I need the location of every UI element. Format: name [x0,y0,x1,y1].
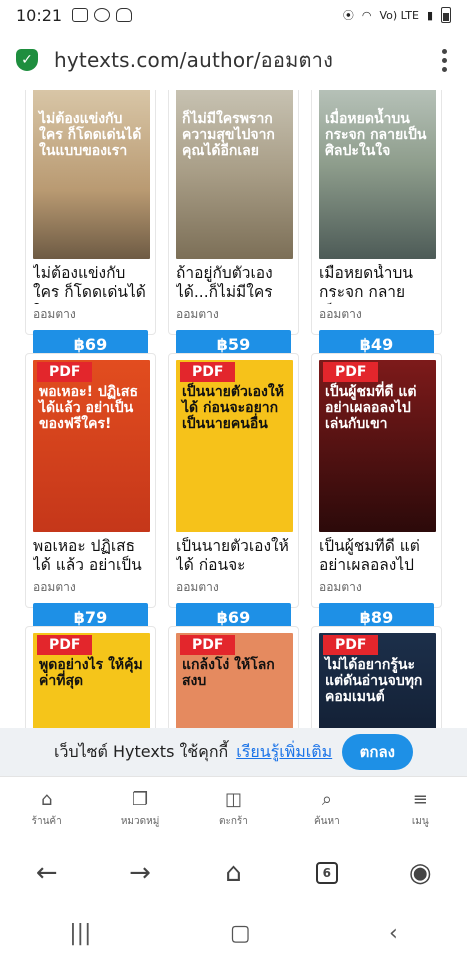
tabs-count: 6 [315,862,338,884]
browser-toolbar: ← → ⌂ 6 ◉ [0,840,467,906]
product-author[interactable]: ออมตาง [33,305,148,324]
pdf-badge: PDF [37,362,93,382]
cookie-ok-button[interactable]: ตกลง [341,734,413,770]
product-author[interactable]: ออมตาง [176,305,291,324]
status-bar: 10:21 ⦿ ◠ Vo) LTE ▮ [0,0,467,30]
url-text[interactable]: hytexts.com/author/ออมตาง [54,44,333,76]
browser-menu-icon[interactable] [438,45,451,76]
bag-icon: ◫ [224,788,242,810]
recent-apps-icon[interactable]: ||| [69,921,91,946]
status-right: ⦿ ◠ Vo) LTE ▮ [343,7,451,23]
product-card[interactable]: ก็ไม่มีใครพรากความสุขไปจากคุณได้อีกเลย ถ… [168,90,299,358]
product-title[interactable]: เมื่อหยดน้ำบน กระจก กลายเป็น... [319,264,434,304]
product-card[interactable]: PDF เป็นนายตัวเองให้ได้ ก่อนจะอยากเป็นนา… [168,353,299,631]
cookie-text: เว็บไซต์ Hytexts ใช้คุกกี้ [54,741,229,761]
url-bar[interactable]: ✓ hytexts.com/author/ออมตาง [0,34,467,86]
nav-label: หมวดหมู่ [120,816,160,827]
system-nav-bar: ||| ▢ ‹ [0,906,467,960]
car-icon [116,8,133,22]
cover-title: เป็นนายตัวเองให้ได้ ก่อนจะอยากเป็นนายคนอ… [182,384,284,433]
search-icon: ⌕ [321,788,332,810]
status-notification-icons [72,8,133,22]
product-author[interactable]: ออมตาง [319,578,434,597]
gallery-icon [72,8,89,22]
nav-item-menu[interactable]: ≡ เมนู [385,788,455,829]
secure-shield-icon: ✓ [16,49,38,71]
category-icon: ❐ [132,788,149,810]
nav-item-bag[interactable]: ◫ ตะกร้า [198,788,268,829]
learn-more-link[interactable]: เรียนรู้เพิ่มเติม [236,740,332,765]
pdf-badge: PDF [323,362,379,382]
system-back-icon[interactable]: ‹ [389,921,398,946]
cover-title: พูดอย่างไร ให้คุ้มค่าที่สุด [39,657,143,690]
cover-title: ไม่ต้องแข่งกับใคร ก็โดดเด่นได้ในแบบของเร… [39,111,142,160]
product-title[interactable]: เป็นผู้ชมที่ดี แต่ อย่าเผลอลงไปเล่... [319,537,434,577]
pdf-badge: PDF [37,635,93,655]
pdf-badge: PDF [180,362,236,382]
battery-icon [441,7,451,23]
nav-label: เมนู [411,816,429,827]
status-time: 10:21 [16,5,63,25]
nav-item-search[interactable]: ⌕ ค้นหา [292,788,362,829]
book-cover[interactable]: ก็ไม่มีใครพรากความสุขไปจากคุณได้อีกเลย [176,90,293,259]
product-card[interactable]: เมื่อหยดน้ำบนกระจก กลายเป็นศิลปะในใจ เมื… [311,90,442,358]
bottom-nav: ⌂ ร้านค้า ❐ หมวดหมู่ ◫ ตะกร้า ⌕ ค้นหา ≡ เมนู [0,776,467,840]
cover-title: เป็นผู้ชมที่ดี แต่อย่าเผลอลงไปเล่นกับเขา [325,384,417,433]
nav-label: ค้นหา [313,816,340,827]
product-grid: ไม่ต้องแข่งกับใคร ก็โดดเด่นได้ในแบบของเร… [25,90,442,773]
product-author[interactable]: ออมตาง [319,305,434,324]
book-cover[interactable]: PDF เป็นผู้ชมที่ดี แต่อย่าเผลอลงไปเล่นกั… [319,360,436,532]
product-author[interactable]: ออมตาง [176,578,291,597]
app-icon [94,8,111,22]
home-icon[interactable]: ⌂ [213,853,253,893]
product-title[interactable]: ไม่ต้องแข่งกับใคร ก็โดดเด่นได้ใน... [33,264,148,304]
product-title[interactable]: เป็นนายตัวเองให้ ได้ ก่อนจะอยาก... [176,537,291,577]
product-card[interactable]: ไม่ต้องแข่งกับใคร ก็โดดเด่นได้ในแบบของเร… [25,90,156,358]
wifi-icon: ◠ [361,8,372,22]
system-home-icon[interactable]: ▢ [230,921,251,946]
product-list: ไม่ต้องแข่งกับใคร ก็โดดเด่นได้ในแบบของเร… [0,90,467,773]
signal-icon: ▮ [426,8,433,22]
pdf-badge: PDF [180,635,236,655]
product-card[interactable]: PDF พอเหอะ! ปฏิเสธได้แล้ว อย่าเป็นของฟรี… [25,353,156,631]
product-author[interactable]: ออมตาง [33,578,148,597]
tabs-button[interactable]: 6 [307,853,347,893]
cover-title: เมื่อหยดน้ำบนกระจก กลายเป็นศิลปะในใจ [325,111,427,160]
nav-label: ร้านค้า [31,816,62,827]
cover-title: แกล้งโง่ ให้โลกสงบ [182,657,275,690]
product-title[interactable]: พอเหอะ ปฏิเสธได้ แล้ว อย่าเป็นขอ... [33,537,148,577]
book-cover[interactable]: เมื่อหยดน้ำบนกระจก กลายเป็นศิลปะในใจ [319,90,436,259]
product-title[interactable]: ถ้าอยู่กับตัวเอง ได้...ก็ไม่มีใครพรา... [176,264,291,304]
book-cover[interactable]: ไม่ต้องแข่งกับใคร ก็โดดเด่นได้ในแบบของเร… [33,90,150,259]
nav-item-category[interactable]: ❐ หมวดหมู่ [105,788,175,829]
network-label: Vo) LTE [379,8,419,22]
store-icon: ⌂ [40,788,53,810]
product-card[interactable]: PDF เป็นผู้ชมที่ดี แต่อย่าเผลอลงไปเล่นกั… [311,353,442,631]
cookie-banner: เว็บไซต์ Hytexts ใช้คุกกี้ เรียนรู้เพิ่ม… [0,728,467,776]
back-icon[interactable]: ← [27,853,67,893]
forward-icon[interactable]: → [120,853,160,893]
cover-title: ไม่ได้อยากรู้นะ แต่ดันอ่านจบทุกคอมเมนต์ [325,657,423,706]
nav-item-store[interactable]: ⌂ ร้านค้า [12,788,82,829]
account-icon[interactable]: ◉ [400,853,440,893]
book-cover[interactable]: PDF เป็นนายตัวเองให้ได้ ก่อนจะอยากเป็นนา… [176,360,293,532]
menu-icon: ≡ [412,788,428,810]
nav-label: ตะกร้า [219,816,248,827]
book-cover[interactable]: PDF พอเหอะ! ปฏิเสธได้แล้ว อย่าเป็นของฟรี… [33,360,150,532]
location-icon: ⦿ [342,9,354,22]
cover-title: ก็ไม่มีใครพรากความสุขไปจากคุณได้อีกเลย [182,111,275,160]
pdf-badge: PDF [323,635,379,655]
cover-title: พอเหอะ! ปฏิเสธได้แล้ว อย่าเป็นของฟรีใคร! [39,384,138,433]
